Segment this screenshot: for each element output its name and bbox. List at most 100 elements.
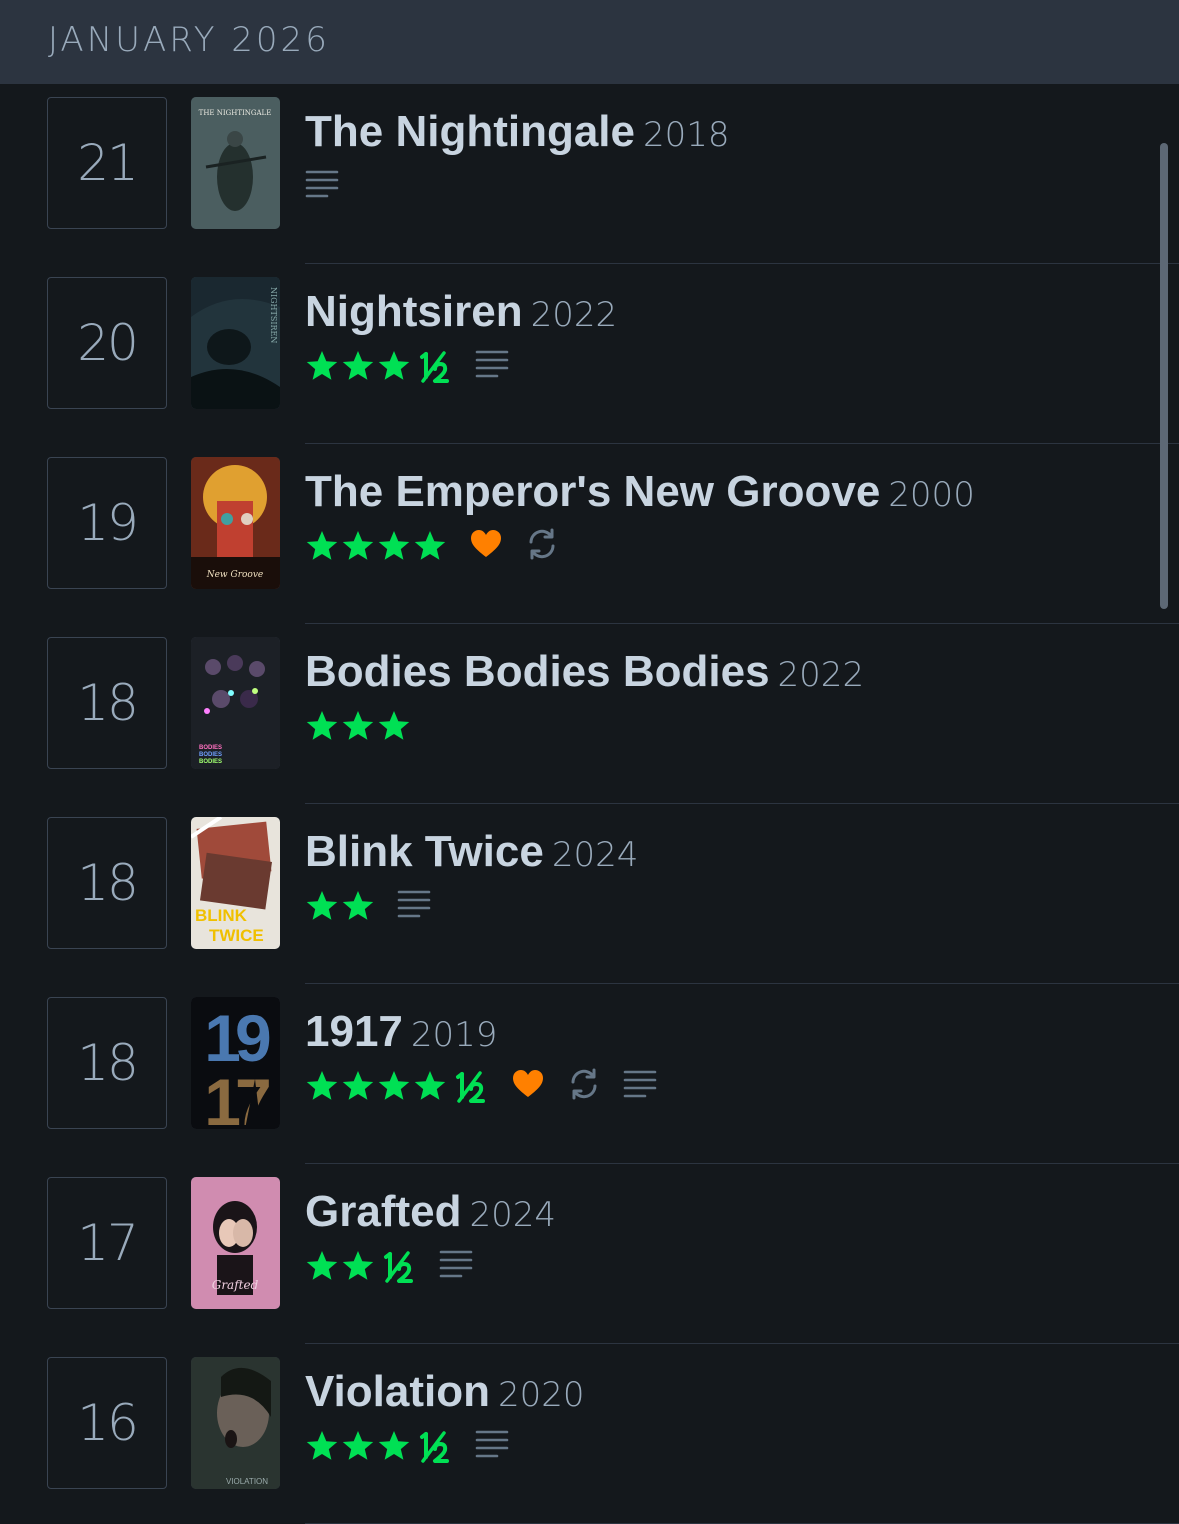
day-number[interactable]: 21 (47, 97, 167, 229)
title-line: Violation 2020 (305, 1370, 585, 1414)
title-line: 1917 2019 (305, 1010, 497, 1054)
svg-text:19: 19 (204, 1001, 270, 1075)
film-year[interactable]: 2019 (411, 1015, 498, 1055)
film-poster[interactable]: BODIES BODIES BODIES (191, 637, 280, 769)
star-icon (413, 529, 447, 563)
film-year[interactable]: 2018 (643, 115, 730, 155)
review-text-icon (305, 167, 339, 206)
svg-text:TWICE: TWICE (209, 926, 264, 945)
scrollbar[interactable] (1160, 143, 1168, 609)
svg-text:Grafted: Grafted (212, 1278, 259, 1292)
star-icon (377, 349, 411, 383)
star-icon (377, 1069, 411, 1103)
star-icon (377, 529, 411, 563)
entry-meta (305, 166, 339, 206)
star-rating (305, 706, 411, 746)
review-text-icon (475, 1427, 509, 1466)
day-number[interactable]: 17 (47, 1177, 167, 1309)
month-header: JANUARY 2026 (0, 0, 1179, 84)
star-icon (377, 1429, 411, 1463)
star-icon (341, 1249, 375, 1283)
film-year[interactable]: 2024 (552, 835, 639, 875)
svg-text:BODIES: BODIES (199, 745, 222, 751)
film-year[interactable]: 2024 (469, 1195, 556, 1235)
day-number[interactable]: 18 (47, 817, 167, 949)
title-line: Bodies Bodies Bodies 2022 (305, 650, 864, 694)
entry-meta (305, 1066, 657, 1106)
diary-list: 21 THE NIGHTINGALE The Nightingale 2018 20 NI… (0, 84, 1179, 1524)
diary-entry[interactable]: 19 New Groove The Emperor's New Groove 2000 (0, 444, 1179, 624)
day-number[interactable]: 18 (47, 637, 167, 769)
film-title[interactable]: Grafted (305, 1187, 461, 1236)
film-poster[interactable]: THE NIGHTINGALE (191, 97, 280, 229)
entry-meta (305, 1426, 509, 1466)
diary-entry[interactable]: 18 BODIES BODIES BODIES Bodies Bodies Bodies… (0, 624, 1179, 804)
rewatch-icon (525, 527, 559, 566)
film-title[interactable]: 1917 (305, 1007, 403, 1056)
half-star-icon (449, 1067, 489, 1105)
day-number[interactable]: 19 (47, 457, 167, 589)
star-icon (305, 1429, 339, 1463)
title-line: Blink Twice 2024 (305, 830, 638, 874)
star-rating (305, 1246, 417, 1286)
film-poster[interactable]: BLINK TWICE (191, 817, 280, 949)
svg-text:BODIES: BODIES (199, 752, 222, 758)
film-year[interactable]: 2022 (531, 295, 618, 335)
review-text-icon (439, 1247, 473, 1286)
star-rating (305, 886, 375, 926)
star-icon (305, 889, 339, 923)
film-poster[interactable]: 19 17 (191, 997, 280, 1129)
review-text-icon (397, 887, 431, 926)
star-icon (413, 1069, 447, 1103)
diary-entry[interactable]: 16 VIOLATION Violation 2020 (0, 1344, 1179, 1524)
day-number[interactable]: 20 (47, 277, 167, 409)
film-title[interactable]: Nightsiren (305, 287, 523, 336)
heart-icon (469, 527, 503, 566)
star-rating (305, 526, 447, 566)
star-icon (341, 1429, 375, 1463)
diary-entry[interactable]: 17 Grafted Grafted 2024 (0, 1164, 1179, 1344)
film-title[interactable]: Blink Twice (305, 827, 544, 876)
film-title[interactable]: Bodies Bodies Bodies (305, 647, 770, 696)
diary-entry[interactable]: 21 THE NIGHTINGALE The Nightingale 2018 (0, 84, 1179, 264)
diary-entry[interactable]: 18 BLINK TWICE Blink Twice 2024 (0, 804, 1179, 984)
review-text-icon (475, 347, 509, 386)
entry-meta (305, 1246, 473, 1286)
svg-text:NIGHTSIREN: NIGHTSIREN (269, 287, 278, 343)
half-star-icon (413, 347, 453, 385)
day-number[interactable]: 16 (47, 1357, 167, 1489)
star-icon (341, 889, 375, 923)
star-icon (341, 529, 375, 563)
diary-entry[interactable]: 18 19 17 1917 2019 (0, 984, 1179, 1164)
rewatch-icon (567, 1067, 601, 1106)
film-year[interactable]: 2000 (888, 475, 975, 515)
star-icon (341, 1069, 375, 1103)
film-title[interactable]: Violation (305, 1367, 490, 1416)
month-label: JANUARY 2026 (48, 20, 330, 60)
diary-entry[interactable]: 20 NIGHTSIREN Nightsiren 2022 (0, 264, 1179, 444)
film-year[interactable]: 2020 (498, 1375, 585, 1415)
entry-meta (305, 346, 509, 386)
star-icon (341, 349, 375, 383)
film-poster[interactable]: New Groove (191, 457, 280, 589)
star-icon (377, 709, 411, 743)
film-poster[interactable]: VIOLATION (191, 1357, 280, 1489)
heart-icon (511, 1067, 545, 1106)
star-rating (305, 346, 453, 386)
half-star-icon (413, 1427, 453, 1465)
review-text-icon (623, 1067, 657, 1106)
day-number[interactable]: 18 (47, 997, 167, 1129)
film-poster[interactable]: Grafted (191, 1177, 280, 1309)
film-year[interactable]: 2022 (778, 655, 865, 695)
star-icon (305, 529, 339, 563)
film-title[interactable]: The Emperor's New Groove (305, 467, 880, 516)
film-title[interactable]: The Nightingale (305, 107, 635, 156)
half-star-icon (377, 1247, 417, 1285)
star-icon (341, 709, 375, 743)
title-line: Grafted 2024 (305, 1190, 556, 1234)
film-poster[interactable]: NIGHTSIREN (191, 277, 280, 409)
star-rating (305, 1066, 489, 1106)
star-icon (305, 709, 339, 743)
svg-text:New Groove: New Groove (206, 570, 264, 580)
svg-text:BLINK: BLINK (195, 906, 248, 925)
